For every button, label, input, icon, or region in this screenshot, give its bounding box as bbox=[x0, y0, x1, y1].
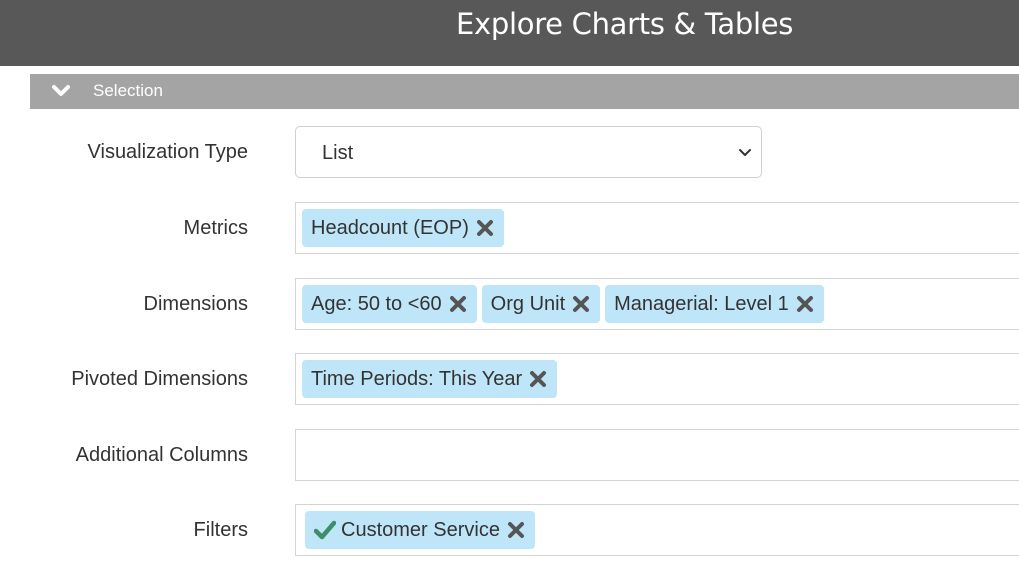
remove-icon[interactable] bbox=[476, 219, 494, 237]
visualization-type-row: Visualization Type List bbox=[0, 126, 1019, 180]
tag-label: Org Unit bbox=[490, 292, 566, 315]
dimension-tag: Managerial: Level 1 bbox=[605, 285, 824, 323]
tag-label: Managerial: Level 1 bbox=[614, 292, 789, 315]
additional-columns-row: Additional Columns bbox=[0, 429, 1019, 483]
metric-tag: Headcount (EOP) bbox=[302, 209, 504, 247]
filter-tag: Customer Service bbox=[305, 511, 535, 549]
page-title: Explore Charts & Tables bbox=[456, 7, 794, 41]
pivoted-dimensions-field[interactable]: Time Periods: This Year bbox=[295, 353, 1019, 405]
pivoted-dimension-tag: Time Periods: This Year bbox=[302, 360, 558, 398]
metrics-label: Metrics bbox=[183, 217, 248, 239]
section-label: Selection bbox=[93, 81, 163, 100]
remove-icon[interactable] bbox=[529, 370, 547, 388]
dimension-tag: Age: 50 to <60 bbox=[302, 285, 477, 323]
chevron-down-icon bbox=[52, 85, 70, 96]
tag-label: Headcount (EOP) bbox=[311, 216, 469, 239]
dimensions-row: Dimensions Age: 50 to <60 Org Unit Manag… bbox=[0, 278, 1019, 332]
remove-icon[interactable] bbox=[796, 295, 814, 313]
metrics-field[interactable]: Headcount (EOP) bbox=[295, 202, 1019, 254]
remove-icon[interactable] bbox=[449, 295, 467, 313]
checkmark-icon bbox=[314, 520, 336, 540]
remove-icon[interactable] bbox=[507, 521, 525, 539]
visualization-type-value: List bbox=[322, 142, 354, 164]
additional-columns-label: Additional Columns bbox=[75, 444, 248, 466]
filters-row: Filters Customer Service bbox=[0, 504, 1019, 558]
dimensions-field[interactable]: Age: 50 to <60 Org Unit Managerial: Leve… bbox=[295, 278, 1019, 330]
remove-icon[interactable] bbox=[572, 295, 590, 313]
visualization-type-label: Visualization Type bbox=[87, 141, 248, 163]
metrics-row: Metrics Headcount (EOP) bbox=[0, 202, 1019, 256]
selection-section-header[interactable]: Selection bbox=[30, 74, 1019, 109]
dimensions-label: Dimensions bbox=[143, 293, 248, 315]
filters-field[interactable]: Customer Service bbox=[295, 504, 1019, 556]
tag-label: Customer Service bbox=[341, 518, 500, 541]
pivoted-dimensions-label: Pivoted Dimensions bbox=[71, 368, 248, 390]
visualization-type-select[interactable]: List bbox=[295, 126, 762, 178]
pivoted-dimensions-row: Pivoted Dimensions Time Periods: This Ye… bbox=[0, 353, 1019, 407]
app-header: Explore Charts & Tables bbox=[0, 0, 1019, 66]
filters-label: Filters bbox=[193, 519, 248, 541]
tag-label: Time Periods: This Year bbox=[311, 367, 523, 390]
chevron-down-icon bbox=[739, 149, 751, 156]
dimension-tag: Org Unit bbox=[481, 285, 601, 323]
additional-columns-field[interactable] bbox=[295, 429, 1019, 481]
tag-label: Age: 50 to <60 bbox=[311, 292, 442, 315]
